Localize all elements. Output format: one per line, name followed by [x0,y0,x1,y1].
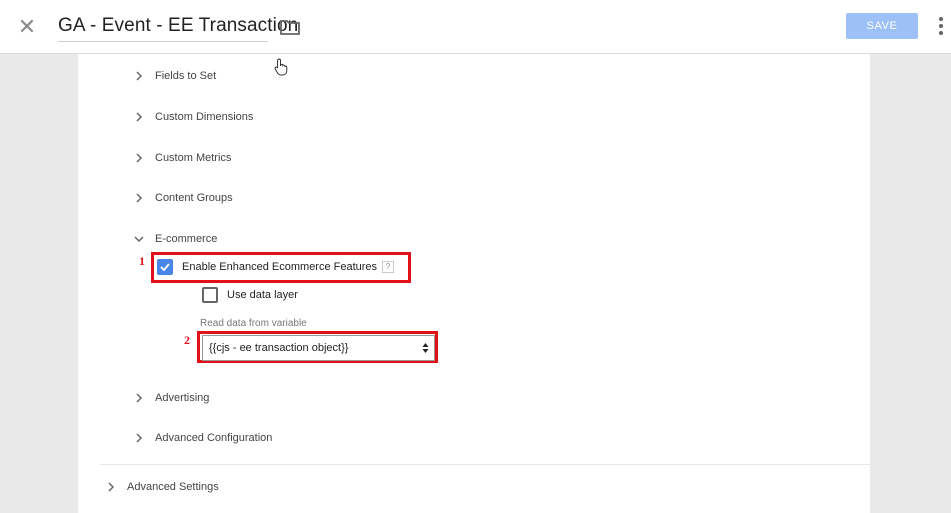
annotation-number-1: 1 [139,254,145,268]
close-icon[interactable]: ✕ [16,16,38,38]
section-label: Fields to Set [155,70,217,82]
section-advertising[interactable]: Advertising [133,388,209,408]
select-arrows-icon [422,343,429,353]
use-data-layer-checkbox[interactable] [202,287,218,303]
save-button[interactable]: SAVE [846,13,918,39]
hand-cursor-icon [274,58,288,76]
chevron-right-icon [136,433,143,443]
chevron-down-icon [134,236,144,243]
section-label: Advanced Configuration [155,432,273,444]
advanced-settings[interactable]: Advanced Settings [105,477,219,497]
title-underline [58,41,268,42]
help-icon[interactable]: ? [382,261,395,273]
read-data-label: Read data from variable [200,318,307,329]
divider [100,464,870,465]
tag-title[interactable]: GA - Event - EE Transaction [58,15,298,37]
enable-ecommerce-checkbox[interactable] [157,259,173,275]
section-fields-to-set[interactable]: Fields to Set [133,66,216,86]
enable-enhanced-ecommerce[interactable]: Enable Enhanced Ecommerce Features ? [157,259,395,275]
more-vert-icon[interactable] [936,17,946,37]
section-label: Advertising [155,392,210,404]
folder-icon[interactable] [280,18,300,36]
section-label: Content Groups [155,192,233,204]
chevron-right-icon [136,153,143,163]
enable-ecommerce-label: Enable Enhanced Ecommerce Features [182,261,378,273]
chevron-right-icon [108,482,115,492]
variable-select[interactable]: {{cjs - ee transaction object}} [202,335,435,361]
chevron-right-icon [136,393,143,403]
section-content-groups[interactable]: Content Groups [133,188,233,208]
section-custom-metrics[interactable]: Custom Metrics [133,148,231,168]
section-custom-dimensions[interactable]: Custom Dimensions [133,107,253,127]
section-label: Custom Dimensions [155,111,254,123]
section-ecommerce[interactable]: E-commerce [133,229,217,249]
use-data-layer-label: Use data layer [227,289,298,301]
advanced-settings-label: Advanced Settings [127,481,219,493]
chevron-right-icon [136,71,143,81]
annotation-number-2: 2 [184,333,190,347]
chevron-right-icon [136,193,143,203]
section-label: Custom Metrics [155,152,232,164]
use-data-layer[interactable]: Use data layer [202,287,298,303]
top-bar: ✕ GA - Event - EE Transaction SAVE [0,0,951,54]
section-advanced-configuration[interactable]: Advanced Configuration [133,428,272,448]
section-label: E-commerce [155,233,218,245]
variable-select-value: {{cjs - ee transaction object}} [209,342,349,354]
chevron-right-icon [136,112,143,122]
